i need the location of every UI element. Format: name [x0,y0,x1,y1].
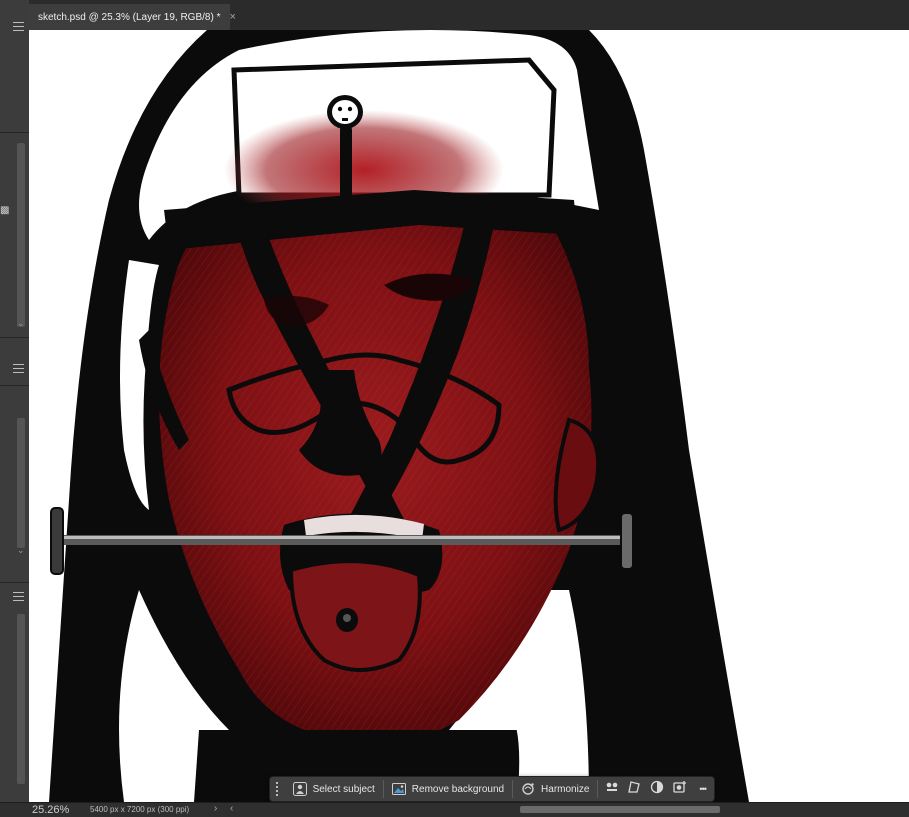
panel-menu-icon[interactable] [13,22,24,31]
document-tab-title: sketch.psd @ 25.3% (Layer 19, RGB/8) * [38,11,221,23]
chevron-down-icon[interactable]: ⌄ [17,318,25,329]
more-options-button[interactable]: ••• [691,779,714,799]
tongue-piercing-stud [343,614,351,622]
panel-scrollbar[interactable] [17,614,25,784]
harmonize-button[interactable]: Harmonize [515,779,595,799]
select-subject-label: Select subject [312,783,375,795]
divider [512,780,514,798]
adjustment-button[interactable] [646,779,669,799]
sparkle-icon [605,780,619,799]
panel-divider [0,582,29,583]
panel-divider [0,132,29,133]
rod-highlight [59,536,629,539]
panel-menu-icon[interactable] [13,364,24,373]
contextual-task-bar: Select subject Remove background Harmoni… [269,776,715,802]
mask-button[interactable] [669,779,692,799]
panel-divider [0,337,29,338]
chevron-down-icon[interactable]: ⌄ [17,545,25,556]
document-tab[interactable]: sketch.psd @ 25.3% (Layer 19, RGB/8) * × [29,4,236,30]
nail-eye [337,106,343,112]
harmonize-label: Harmonize [541,783,590,795]
transform-icon [627,780,641,799]
transform-button[interactable] [623,779,646,799]
divider [597,780,599,798]
document-info[interactable]: 5400 px x 7200 px (300 ppi) [90,805,189,814]
divider [382,780,384,798]
brush-preset-icon[interactable]: ▩ [0,205,9,216]
select-subject-button[interactable]: Select subject [287,779,381,799]
horizontal-scrollbar[interactable] [520,806,720,813]
close-icon[interactable]: × [229,11,235,23]
nail-mouth [342,118,348,121]
rod-end-left [50,507,64,575]
status-bar: 25.26% 5400 px x 7200 px (300 ppi) › ‹ [0,802,909,817]
harmonize-icon [521,782,535,796]
document-canvas[interactable] [29,30,909,802]
remove-background-button[interactable]: Remove background [386,779,510,799]
drag-handle[interactable] [273,780,281,798]
nail-shaft [340,125,352,220]
remove-background-label: Remove background [411,783,505,795]
artwork [49,30,749,802]
mask-add-icon [673,780,687,799]
left-panel-strip: ▩ ⌄ ⌄ [0,0,30,816]
generative-fill-button[interactable] [600,779,623,799]
more-icon: ••• [699,784,707,794]
scroll-left-arrow[interactable]: ‹ [230,803,233,814]
rod-end-right [620,512,634,570]
person-icon [292,782,307,796]
image-icon [391,782,406,796]
document-tab-bar: sketch.psd @ 25.3% (Layer 19, RGB/8) * × [29,0,909,31]
panel-scrollbar[interactable] [17,143,25,327]
nail-eye [347,106,353,112]
half-circle-icon [650,780,664,799]
status-menu-arrow[interactable]: › [214,803,217,814]
zoom-level[interactable]: 25.26% [32,804,69,816]
panel-menu-icon[interactable] [13,592,24,601]
panel-divider [0,385,29,386]
panel-scrollbar[interactable] [17,418,25,548]
